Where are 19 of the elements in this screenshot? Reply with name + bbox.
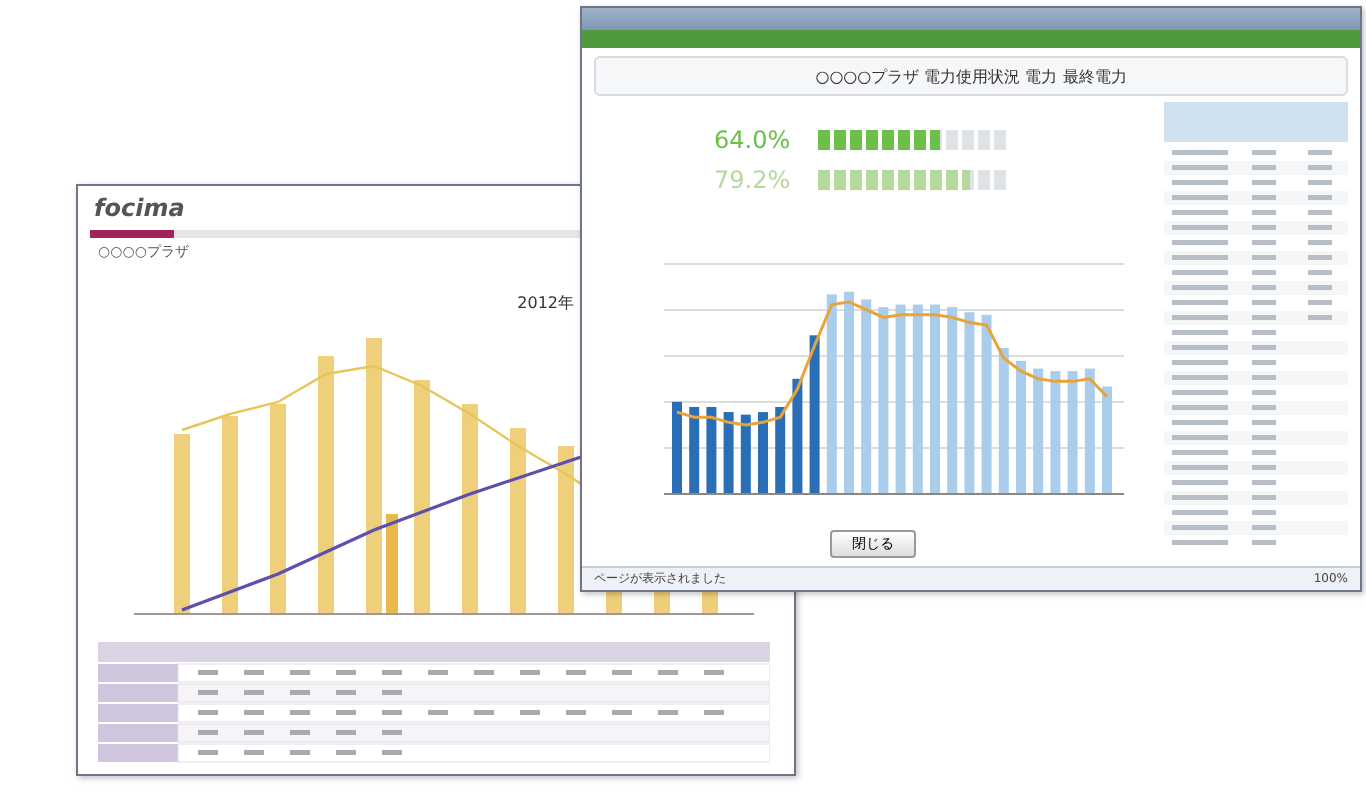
- chart-bar: [1083, 368, 1094, 494]
- logo: focima: [94, 194, 185, 222]
- year-label: 2012年: [517, 292, 574, 314]
- chart-bar: [739, 414, 750, 494]
- chart-bar: [1015, 360, 1025, 494]
- page-title: ○○○○プラザ 電力使用状況 電力 最終電力: [815, 65, 1127, 87]
- chart-bar: [1066, 371, 1077, 494]
- ratio-value: 79.2%: [714, 166, 793, 194]
- chart-bar: [1049, 371, 1060, 494]
- chart-bar: [1101, 386, 1111, 494]
- chart-bar: [386, 514, 398, 614]
- chart-bar: [791, 378, 802, 494]
- chart-bar: [1032, 368, 1043, 494]
- ratio-value: 64.0%: [714, 126, 793, 154]
- chart-bar: [688, 406, 699, 494]
- chart-bar: [774, 406, 785, 494]
- chart-bar: [757, 412, 767, 494]
- chart-bar: [722, 412, 733, 494]
- nav-tab[interactable]: [90, 230, 174, 238]
